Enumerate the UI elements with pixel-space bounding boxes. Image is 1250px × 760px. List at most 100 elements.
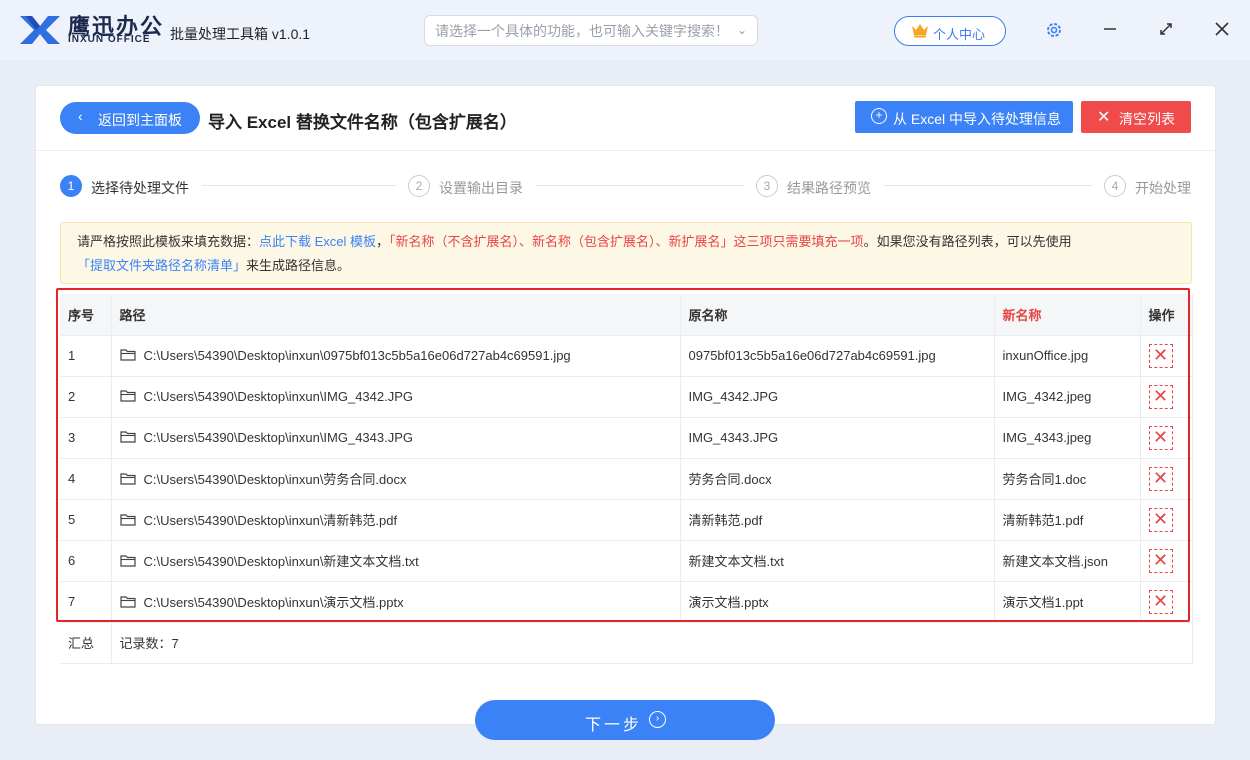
row-action: ✕: [1140, 417, 1193, 459]
row-index: 1: [60, 335, 112, 377]
summary-row: 汇总 记录数：7: [60, 622, 1193, 664]
row-new-name: 清新韩范1.pdf: [994, 499, 1141, 541]
instruction-notice: 请严格按照此模板来填充数据：点此下载 Excel 模板，「新名称（不含扩展名）、…: [60, 222, 1192, 284]
clear-list-button[interactable]: ✕ 清空列表: [1081, 101, 1191, 133]
download-template-link[interactable]: 点此下载 Excel 模板: [259, 234, 376, 249]
close-icon[interactable]: [1210, 18, 1234, 42]
step-label: 结果路径预览: [787, 180, 871, 196]
delete-row-icon[interactable]: ✕: [1148, 384, 1173, 409]
row-path: C:\Users\54390\Desktop\inxun\清新韩范.pdf: [111, 499, 681, 541]
row-path-text: C:\Users\54390\Desktop\inxun\演示文档.pptx: [143, 595, 404, 610]
notice-text: ，: [376, 234, 390, 249]
chevron-down-icon[interactable]: ⌄: [737, 23, 747, 37]
app-title: 批量处理工具箱 v1.0.1: [170, 26, 311, 42]
delete-row-icon[interactable]: ✕: [1148, 507, 1173, 532]
step-number: 2: [408, 175, 430, 197]
close-icon: ✕: [1097, 109, 1111, 126]
import-from-excel-button[interactable]: + 从 Excel 中导入待处理信息: [855, 101, 1073, 133]
row-index: 6: [60, 540, 112, 582]
row-path: C:\Users\54390\Desktop\inxun\IMG_4342.JP…: [111, 376, 681, 418]
table-row[interactable]: 7 C:\Users\54390\Desktop\inxun\演示文档.pptx 演…: [60, 581, 1193, 623]
step-number: 4: [1104, 175, 1126, 197]
step-connector: [536, 185, 744, 186]
import-button-label: 从 Excel 中导入待处理信息: [893, 111, 1062, 127]
column-header-index: 序号: [60, 294, 112, 336]
row-index: 4: [60, 458, 112, 500]
step-number: 1: [60, 175, 82, 197]
row-original-name: IMG_4343.JPG: [680, 417, 995, 459]
row-path: C:\Users\54390\Desktop\inxun\演示文档.pptx: [111, 581, 681, 623]
delete-row-icon[interactable]: ✕: [1148, 425, 1173, 450]
row-original-name: 新建文本文档.txt: [680, 540, 995, 582]
next-step-button[interactable]: 下一步 ›: [475, 700, 775, 740]
step-4: 4 开始处理: [1104, 175, 1204, 197]
row-original-name: 0975bf013c5b5a16e06d727ab4c69591.jpg: [680, 335, 995, 377]
notice-warning-text: 「新名称（不含扩展名）、新名称（包含扩展名）、新扩展名」这三项只需要填充一项: [389, 234, 864, 249]
back-button-label: 返回到主面板: [98, 112, 182, 128]
delete-row-icon[interactable]: ✕: [1148, 589, 1173, 614]
row-new-name: 新建文本文档.json: [994, 540, 1141, 582]
notice-text: 。如果您没有路径列表，可以先使用: [863, 234, 1072, 249]
row-path: C:\Users\54390\Desktop\inxun\新建文本文档.txt: [111, 540, 681, 582]
table-row[interactable]: 3 C:\Users\54390\Desktop\inxun\IMG_4343.J…: [60, 417, 1193, 459]
row-index: 7: [60, 581, 112, 623]
table-row[interactable]: 1 C:\Users\54390\Desktop\inxun\0975bf013c…: [60, 335, 1193, 377]
step-1: 1 选择待处理文件: [60, 175, 210, 197]
row-path-text: C:\Users\54390\Desktop\inxun\IMG_4343.JP…: [143, 430, 414, 445]
main-panel: ‹ 返回到主面板 导入 Excel 替换文件名称（包含扩展名） + 从 Exce…: [35, 85, 1216, 725]
summary-label: 汇总: [60, 622, 112, 664]
chevron-left-icon: ‹: [78, 108, 83, 124]
step-label: 设置输出目录: [439, 180, 523, 196]
search-input[interactable]: [435, 21, 725, 41]
row-original-name: 劳务合同.docx: [680, 458, 995, 500]
file-table: 序号 路径 原名称 新名称 操作 1 C:\Users\54390\Desktop…: [60, 294, 1193, 664]
extract-folder-paths-link[interactable]: 「提取文件夹路径名称清单」: [77, 258, 246, 273]
page-title: 导入 Excel 替换文件名称（包含扩展名）: [208, 113, 517, 132]
folder-icon: [119, 473, 136, 485]
row-action: ✕: [1140, 376, 1193, 418]
divider: [36, 150, 1215, 151]
row-index: 3: [60, 417, 112, 459]
table-header-row: 序号 路径 原名称 新名称 操作: [60, 294, 1193, 336]
row-index: 5: [60, 499, 112, 541]
folder-icon: [119, 431, 136, 443]
column-header-action: 操作: [1140, 294, 1193, 336]
delete-row-icon[interactable]: ✕: [1148, 548, 1173, 573]
user-center-button[interactable]: 个人中心: [894, 16, 1006, 46]
row-action: ✕: [1140, 540, 1193, 582]
folder-icon: [119, 596, 136, 608]
row-action: ✕: [1140, 581, 1193, 623]
user-center-label: 个人中心: [933, 27, 986, 42]
delete-row-icon[interactable]: ✕: [1148, 343, 1173, 368]
table-row[interactable]: 4 C:\Users\54390\Desktop\inxun\劳务合同.docx 劳…: [60, 458, 1193, 500]
notice-text: 来生成路径信息。: [246, 258, 351, 273]
row-original-name: 清新韩范.pdf: [680, 499, 995, 541]
settings-gear-icon[interactable]: [1042, 18, 1066, 42]
row-new-name: 演示文档1.ppt: [994, 581, 1141, 623]
row-action: ✕: [1140, 499, 1193, 541]
row-action: ✕: [1140, 335, 1193, 377]
delete-row-icon[interactable]: ✕: [1148, 466, 1173, 491]
step-2: 2 设置输出目录: [408, 175, 548, 197]
row-original-name: 演示文档.pptx: [680, 581, 995, 623]
step-label: 开始处理: [1135, 180, 1191, 196]
record-count: 记录数：7: [111, 622, 1193, 664]
row-path-text: C:\Users\54390\Desktop\inxun\劳务合同.docx: [143, 472, 407, 487]
crown-icon: [912, 24, 928, 38]
step-3: 3 结果路径预览: [756, 175, 896, 197]
column-header-original-name: 原名称: [680, 294, 995, 336]
column-header-new-name: 新名称: [994, 294, 1141, 336]
row-action: ✕: [1140, 458, 1193, 500]
table-row[interactable]: 6 C:\Users\54390\Desktop\inxun\新建文本文档.txt…: [60, 540, 1193, 582]
search-box[interactable]: ⌄: [424, 15, 758, 46]
clear-button-label: 清空列表: [1119, 111, 1175, 127]
back-to-main-button[interactable]: ‹ 返回到主面板: [60, 102, 200, 134]
row-path-text: C:\Users\54390\Desktop\inxun\清新韩范.pdf: [143, 513, 398, 528]
row-original-name: IMG_4342.JPG: [680, 376, 995, 418]
row-index: 2: [60, 376, 112, 418]
maximize-icon[interactable]: [1154, 18, 1178, 42]
table-row[interactable]: 5 C:\Users\54390\Desktop\inxun\清新韩范.pdf 清新…: [60, 499, 1193, 541]
minimize-icon[interactable]: [1098, 18, 1122, 42]
step-label: 选择待处理文件: [91, 180, 189, 196]
table-row[interactable]: 2 C:\Users\54390\Desktop\inxun\IMG_4342.J…: [60, 376, 1193, 418]
